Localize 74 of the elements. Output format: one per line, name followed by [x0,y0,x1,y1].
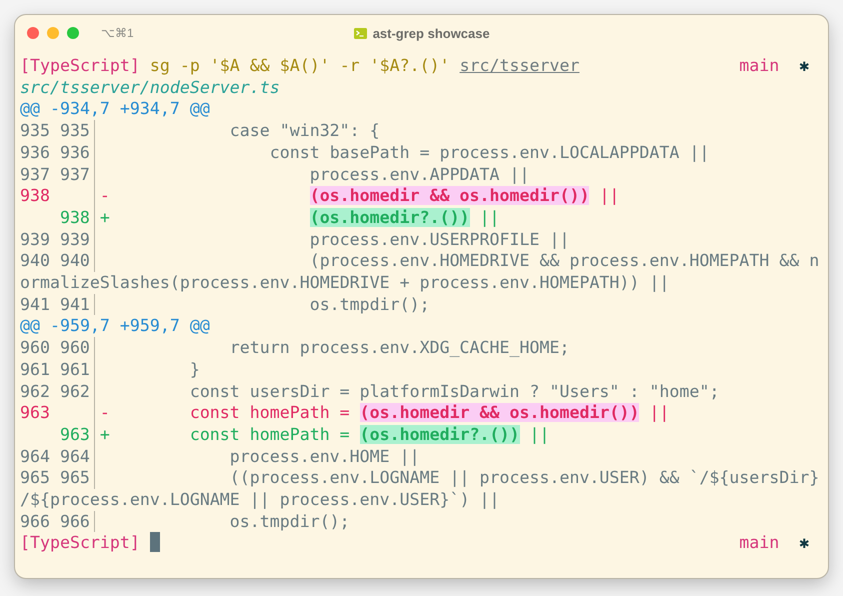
code-text: /${process.env.LOGNAME || process.env.USER}`) || [20,490,500,510]
git-branch: main [739,55,780,77]
line-number: 938 [60,208,90,227]
code-text: const basePath = process.env.LOCALAPPDATA || [270,142,710,162]
diff-sign: - [100,186,110,206]
line-number: 939 [20,230,50,249]
highlighted-code: (os.homedir && os.homedir()) [360,403,640,422]
git-status: ✱ [799,55,810,77]
code-text: os.tmpdir(); [230,512,350,531]
file-path: src/tsserver/nodeServer.ts [20,78,280,97]
code-text: os.tmpdir(); [310,294,430,314]
line-number: 941 [20,294,50,314]
code-text: ormalizeSlashes(process.env.HOMEDRIVE + process.env.HOMEPATH)) || [20,273,670,292]
line-number: 937 [60,164,90,184]
language-label: [TypeScript] [20,532,140,554]
line-number: 941 [60,294,90,314]
code-text: process.env.HOME || [230,446,420,466]
line-number: 936 [60,142,90,162]
code-text: || [530,424,550,444]
window-title: ast-grep showcase [372,26,490,40]
command-text: sg -p '$A && $A()' -r '$A?.()' [150,55,450,77]
line-number: 939 [60,230,90,249]
line-number: 962 [20,382,50,401]
line-number: 940 [20,251,50,270]
line-number: 961 [20,360,50,379]
line-number: 963 [20,403,50,422]
line-number: 938 [20,186,50,206]
zoom-button[interactable] [67,27,79,39]
git-status: ✱ [799,532,810,554]
tab-shortcut: ⌥⌘1 [101,26,134,40]
diff-sign: + [100,208,110,227]
code-text: return process.env.XDG_CACHE_HOME; [230,338,570,358]
line-number: 964 [60,446,90,466]
code-text: process.env.USERPROFILE || [310,230,570,249]
line-number: 937 [20,164,50,184]
hunk-header: @@ -959,7 +959,7 @@ [20,316,210,336]
terminal-cursor [150,532,160,552]
hunk-header: @@ -934,7 +934,7 @@ [20,99,210,118]
line-number: 966 [20,512,50,531]
code-text: || [649,403,670,422]
highlighted-code: (os.homedir?.()) [360,424,520,444]
line-number: 966 [60,512,90,531]
line-number: 935 [20,121,50,140]
highlighted-code: (os.homedir?.()) [310,208,470,227]
line-number: 936 [20,142,50,162]
line-number: 960 [60,338,90,358]
line-number: 962 [60,382,90,401]
code-text: || [480,208,500,227]
line-number: 961 [60,360,90,379]
line-number: 965 [60,468,90,488]
line-number: 963 [60,424,90,444]
terminal-icon [354,28,367,38]
code-text: const homePath = [190,424,351,444]
minimize-button[interactable] [47,27,59,39]
diff-sign: + [100,424,110,444]
code-text: case "win32": { [230,121,380,140]
git-branch: main [739,532,780,554]
language-label: [TypeScript] [20,55,140,77]
line-number: 965 [20,468,50,488]
code-text: const usersDir = platformIsDarwin ? "Users" : "home"; [190,382,720,401]
line-number: 935 [60,121,90,140]
path-text: src/tsserver [460,55,580,77]
diff-sign: - [100,403,110,422]
line-number: 960 [20,338,50,358]
code-text: || [599,186,620,206]
code-text: ((process.env.LOGNAME || process.env.USER) && `/${usersDir} [230,468,820,488]
code-text: } [190,360,200,379]
close-button[interactable] [27,27,39,39]
line-number: 964 [20,446,50,466]
highlighted-code: (os.homedir && os.homedir()) [310,186,590,206]
code-text: (process.env.HOMEDRIVE && process.env.HOMEPATH && n [310,251,820,270]
code-text: process.env.APPDATA || [310,164,530,184]
code-text: const homePath = [190,403,351,422]
line-number: 940 [60,251,90,270]
